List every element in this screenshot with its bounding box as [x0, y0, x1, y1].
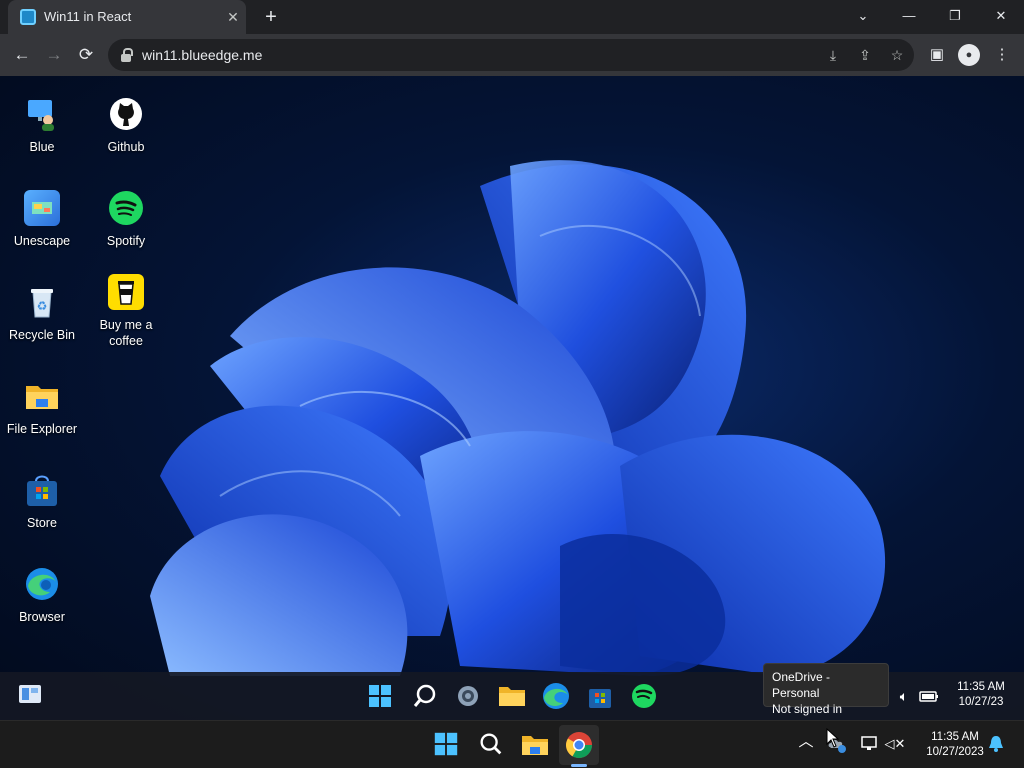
edge-icon: [24, 566, 60, 602]
onedrive-tooltip: OneDrive - Personal Not signed in: [763, 663, 889, 716]
bookmark-star-icon[interactable]: ☆: [887, 45, 907, 65]
recycle-bin-icon: ♻: [24, 284, 60, 320]
mouse-cursor-icon: [826, 728, 840, 748]
start-icon[interactable]: [432, 730, 462, 760]
chrome-menu-icon[interactable]: ⋮: [991, 44, 1013, 66]
browser-tab[interactable]: Win11 in React ✕: [8, 0, 246, 34]
profile-avatar-icon[interactable]: ●: [958, 44, 980, 66]
chrome-icon[interactable]: [564, 730, 594, 760]
github-icon: [108, 96, 144, 132]
inner-clock-date[interactable]: 10/27/23: [950, 695, 1012, 710]
desktop-icon-label: Buy me a coffee: [99, 318, 153, 348]
host-taskbar: ︿ ◁✕ 11:35 AM 10/27/2023: [0, 720, 1024, 768]
tab-close-icon[interactable]: ✕: [224, 8, 242, 26]
user-computer-icon: [24, 96, 60, 132]
desktop-icon-label: File Explorer: [6, 422, 78, 436]
host-clock-date[interactable]: 10/27/2023: [914, 745, 996, 760]
folder-icon: [24, 378, 60, 414]
desktop-icon-recycle-bin[interactable]: ♻ Recycle Bin: [0, 284, 84, 343]
desktop-icon-label: Unescape: [13, 234, 71, 248]
search-icon[interactable]: [477, 730, 507, 760]
inner-clock-time[interactable]: 11:35 AM: [950, 680, 1012, 695]
side-panel-icon[interactable]: ▣: [926, 44, 948, 66]
desktop-icon-label: Store: [27, 516, 57, 530]
bloom-wallpaper: [150, 160, 886, 676]
tooltip-status: Not signed in: [772, 702, 843, 716]
store-icon[interactable]: [585, 681, 615, 711]
desktop-icon-label: Browser: [19, 610, 65, 624]
back-button[interactable]: ←: [10, 43, 34, 67]
store-icon: [24, 472, 60, 508]
desktop-icon-github[interactable]: Github: [84, 96, 168, 155]
folder-icon[interactable]: [520, 730, 550, 760]
install-app-icon[interactable]: ⤓: [823, 45, 843, 65]
lock-icon[interactable]: [121, 48, 133, 62]
settings-icon[interactable]: [453, 681, 483, 711]
desktop-icon-label: Spotify: [106, 234, 146, 248]
folder-icon[interactable]: [497, 681, 527, 711]
browser-titlebar: Win11 in React ✕ + ⌄ — ❐ ✕: [0, 0, 1024, 34]
unescape-icon: [24, 190, 60, 226]
edge-icon[interactable]: [541, 681, 571, 711]
desktop-icon-label: Github: [107, 140, 145, 154]
spotify-icon: [108, 190, 144, 226]
search-icon[interactable]: [410, 681, 440, 711]
desktop-icon-buy-me-a-coffee[interactable]: Buy me a coffee: [84, 274, 168, 349]
network-icon[interactable]: [859, 733, 881, 755]
browser-toolbar: ← → ⟳ win11.blueedge.me ⤓ ⇪ ☆ ▣ ● ⋮: [0, 34, 1024, 76]
desktop-icon-unescape[interactable]: Unescape: [0, 190, 84, 249]
win11-favicon-icon: [20, 9, 36, 25]
desktop-icon-spotify[interactable]: Spotify: [84, 190, 168, 249]
tab-title: Win11 in React: [44, 9, 132, 24]
coffee-icon: [108, 274, 144, 310]
restore-button[interactable]: ❐: [940, 5, 970, 27]
new-tab-button[interactable]: +: [260, 6, 282, 28]
spotify-icon[interactable]: [629, 681, 659, 711]
desktop-icon-label: Recycle Bin: [9, 328, 75, 342]
battery-icon[interactable]: [918, 685, 940, 707]
tab-search-button[interactable]: ⌄: [848, 5, 878, 27]
forward-button[interactable]: →: [42, 43, 66, 67]
address-bar[interactable]: win11.blueedge.me ⤓ ⇪ ☆: [108, 39, 914, 71]
url-text[interactable]: win11.blueedge.me: [142, 47, 262, 63]
minimize-button[interactable]: —: [894, 5, 924, 27]
desktop-icon-label: Blue: [29, 140, 55, 154]
win11-desktop[interactable]: Blue Unescape ♻ Recycle Bin File Explore…: [0, 76, 1024, 720]
notification-bell-icon[interactable]: [986, 734, 1006, 754]
desktop-icon-blue[interactable]: Blue: [0, 96, 84, 155]
reload-button[interactable]: ⟳: [74, 43, 98, 67]
host-clock-time[interactable]: 11:35 AM: [914, 730, 996, 745]
widgets-icon[interactable]: [16, 681, 46, 711]
close-window-button[interactable]: ✕: [986, 5, 1016, 27]
desktop-icon-file-explorer[interactable]: File Explorer: [0, 378, 84, 437]
tooltip-title: OneDrive - Personal: [772, 670, 831, 700]
start-icon[interactable]: [365, 681, 395, 711]
desktop-icon-store[interactable]: Store: [0, 472, 84, 531]
volume-icon[interactable]: 🔈︎: [893, 685, 915, 707]
desktop-icon-browser[interactable]: Browser: [0, 566, 84, 625]
svg-text:♻: ♻: [37, 299, 48, 313]
running-indicator: [571, 764, 587, 767]
chevron-up-icon[interactable]: ︿: [796, 734, 816, 749]
volume-muted-icon[interactable]: ◁✕: [884, 733, 906, 755]
share-icon[interactable]: ⇪: [855, 45, 875, 65]
